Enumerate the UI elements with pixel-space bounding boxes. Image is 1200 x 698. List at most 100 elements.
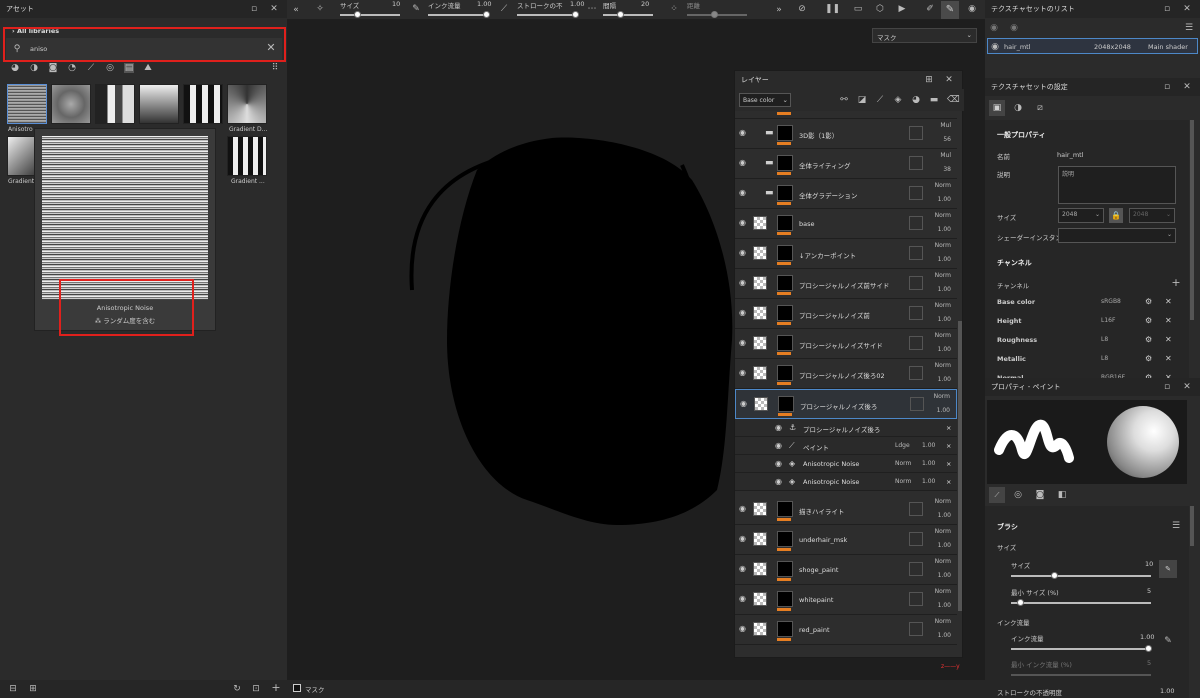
layer-mask-slot[interactable] — [910, 397, 924, 411]
sub-layer-blend[interactable]: Ldge — [895, 442, 910, 449]
props-undock-icon[interactable]: ▫ — [1162, 382, 1172, 392]
tb-stroke-knob[interactable] — [572, 11, 579, 18]
layer-opacity[interactable]: 1.00 — [938, 316, 951, 323]
layer-opacity[interactable]: 56 — [943, 136, 951, 143]
layer-blend-mode[interactable]: Norm — [935, 332, 951, 339]
layer-mask-slot[interactable] — [909, 216, 923, 230]
layers-undock-icon[interactable]: ⊞ — [924, 75, 934, 85]
tb-spacing-knob[interactable] — [617, 11, 624, 18]
layer-visibility-icon[interactable]: ◉ — [739, 189, 749, 197]
layer-visibility-icon[interactable]: ◉ — [740, 400, 750, 408]
layer-blend-mode[interactable]: Norm — [935, 242, 951, 249]
texset-tab-settings-icon[interactable]: ▣ — [989, 100, 1005, 116]
layer-row[interactable]: ◉ base Norm 1.00 — [735, 209, 957, 239]
layer-row[interactable]: ◉ shoge_paint Norm 1.00 — [735, 555, 957, 585]
asset-thumb-swirl[interactable] — [51, 84, 91, 124]
layer-mask-slot[interactable] — [909, 366, 923, 380]
folder-list-icon[interactable]: ⊞ — [28, 684, 38, 694]
add-fill-layer-icon[interactable]: ◈ — [893, 95, 903, 105]
layer-mask-slot[interactable] — [909, 156, 923, 170]
texset-undock-icon[interactable]: ▫ — [1162, 82, 1172, 92]
undock-icon[interactable]: ▫ — [249, 4, 259, 14]
mask-toggle-checkbox[interactable] — [293, 684, 301, 692]
sub-visibility-icon[interactable]: ◉ — [775, 424, 785, 432]
brush-size-slider[interactable] — [1011, 575, 1151, 577]
asset-thumb-row2-6[interactable] — [227, 136, 267, 176]
add-effect-icon[interactable]: ⚯ — [839, 95, 849, 105]
sub-layer-close-icon[interactable]: × — [946, 424, 951, 432]
layer-visibility-icon[interactable]: ◉ — [739, 279, 749, 287]
layer-blend-mode[interactable]: Mul — [940, 152, 951, 159]
tb-ink-knob[interactable] — [483, 11, 490, 18]
sub-visibility-icon[interactable]: ◉ — [775, 460, 785, 468]
channel-settings-icon[interactable]: ⚙ — [1145, 354, 1152, 363]
layer-mask-slot[interactable] — [909, 592, 923, 606]
layer-name[interactable]: whitepaint — [799, 596, 833, 604]
shader-select[interactable]: ⌄ — [1058, 228, 1176, 243]
layer-opacity[interactable]: 1.00 — [938, 376, 951, 383]
layer-mask-slot[interactable] — [909, 276, 923, 290]
pause-icon[interactable]: ❚❚ — [825, 4, 840, 14]
desc-input[interactable]: 説明 — [1058, 166, 1176, 204]
layer-mask-slot[interactable] — [909, 246, 923, 260]
size-select-2[interactable]: 2048 ⌄ — [1129, 208, 1175, 223]
layer-opacity[interactable]: 38 — [943, 166, 951, 173]
tb-size-slider[interactable] — [340, 14, 400, 16]
min-size-knob[interactable] — [1017, 599, 1024, 606]
texlist-row-eye-icon[interactable]: ◉ — [990, 42, 1000, 52]
props-scrollbar[interactable] — [1190, 506, 1194, 546]
sub-layer-row[interactable]: ◉ ⟋ ペイント Ldge 1.00 × — [735, 437, 957, 455]
sub-layer-close-icon[interactable]: × — [946, 460, 951, 468]
filter-material-icon[interactable]: ◕ — [10, 63, 20, 73]
layer-visibility-icon[interactable]: ◉ — [739, 505, 749, 513]
ink-knob[interactable] — [1145, 645, 1152, 652]
visibility-off-icon[interactable]: ⊘ — [797, 4, 807, 14]
layer-blend-mode[interactable]: Norm — [935, 528, 951, 535]
layer-opacity[interactable]: 1.00 — [938, 196, 951, 203]
tb-size-knob[interactable] — [354, 11, 361, 18]
layers-scrollbar[interactable] — [958, 321, 962, 611]
channel-format[interactable]: L8 — [1101, 355, 1108, 362]
asset-thumb-gradient-d[interactable] — [227, 84, 267, 124]
layer-name[interactable]: 描きハイライト — [799, 506, 844, 516]
camera-video-icon[interactable]: ▶ — [897, 4, 907, 14]
channel-remove-icon[interactable]: ✕ — [1165, 316, 1172, 325]
props-tab-material-icon[interactable]: ◧ — [1057, 490, 1067, 500]
refresh-icon[interactable]: ↻ — [232, 684, 242, 694]
layer-visibility-icon[interactable]: ◉ — [739, 339, 749, 347]
add-smart-material-icon[interactable]: ◕ — [911, 95, 921, 105]
layer-opacity[interactable]: 1.00 — [938, 542, 951, 549]
min-ink-slider[interactable] — [1011, 674, 1151, 676]
lock-icon[interactable]: 🔒 — [1109, 208, 1123, 223]
layer-blend-mode[interactable]: Norm — [935, 182, 951, 189]
asset-thumb-block3[interactable] — [183, 84, 223, 124]
layer-mask-slot[interactable] — [909, 562, 923, 576]
layer-opacity[interactable]: 1.00 — [938, 286, 951, 293]
layer-opacity[interactable]: 1.00 — [938, 602, 951, 609]
texset-tab-material-icon[interactable]: ◑ — [1013, 103, 1023, 113]
layer-visibility-icon[interactable]: ◉ — [739, 129, 749, 137]
channel-select[interactable]: Base color ⌄ — [739, 93, 791, 107]
screenshot-icon[interactable]: ◉ — [967, 4, 977, 14]
layer-visibility-icon[interactable]: ◉ — [739, 595, 749, 603]
texlist-eye2-icon[interactable]: ◉ — [1009, 23, 1019, 33]
layer-mask-slot[interactable] — [909, 532, 923, 546]
layer-opacity[interactable]: 1.00 — [938, 632, 951, 639]
channel-settings-icon[interactable]: ⚙ — [1145, 335, 1152, 344]
layer-opacity[interactable]: 69 — [943, 111, 951, 113]
tb-jitter-knob[interactable] — [711, 11, 718, 18]
sub-visibility-icon[interactable]: ◉ — [775, 478, 785, 486]
texlist-row[interactable]: ◉ hair_mtl 2048x2048 Main shader — [987, 38, 1198, 54]
layer-visibility-icon[interactable]: ◉ — [739, 249, 749, 257]
layer-visibility-icon[interactable]: ◉ — [739, 625, 749, 633]
ink-slider[interactable] — [1011, 648, 1151, 650]
brush-preset-icon[interactable]: ✧ — [315, 4, 325, 14]
layer-name[interactable]: 3D影（1影） — [799, 130, 838, 140]
layer-row[interactable]: ◉ red_paint Norm 1.00 — [735, 615, 957, 645]
layer-row[interactable]: ◉ プロシージャルノイズ後ろ Norm 1.00 — [735, 389, 957, 419]
collapse-left-icon[interactable]: « — [291, 5, 301, 15]
layer-opacity[interactable]: 1.00 — [938, 572, 951, 579]
layer-row[interactable]: ◉ 描きハイライト Norm 1.00 — [735, 495, 957, 525]
layer-row[interactable]: ◉ ▬ 全体グラデーション Norm 1.00 — [735, 179, 957, 209]
asset-thumb-block1[interactable] — [95, 84, 135, 124]
